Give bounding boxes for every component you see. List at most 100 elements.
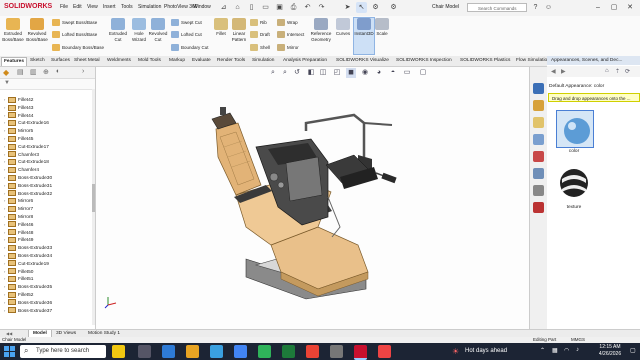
tree-item[interactable]: › Cut-Extrude18 — [0, 158, 92, 166]
curves-button[interactable]: Curves — [334, 18, 352, 37]
solidworks-logo[interactable]: SOLIDWORKS — [4, 3, 52, 10]
hide-show-items-icon[interactable]: ◉ — [360, 68, 370, 78]
minimize-button[interactable]: – — [590, 2, 606, 13]
menu-file[interactable]: File — [60, 4, 68, 10]
swept-boss-button[interactable]: Swept Boss/Base — [52, 18, 97, 27]
search-commands-input[interactable]: Search Commands — [467, 3, 527, 12]
tree-item[interactable]: › Boss-Extrude32 — [0, 190, 92, 198]
weather-icon[interactable]: ☀ — [452, 347, 459, 356]
tree-item[interactable]: › Cut-Extrude16 — [0, 119, 92, 127]
forward-icon[interactable]: ▶ — [561, 68, 566, 75]
dental-chair-model[interactable] — [96, 67, 529, 329]
menu-edit[interactable]: Edit — [73, 4, 82, 10]
lofted-cut-button[interactable]: Lofted Cut — [171, 30, 202, 39]
undo-icon[interactable]: ↶ — [302, 2, 313, 13]
taskbar-search-input[interactable]: Type here to search — [20, 345, 106, 358]
shell-button[interactable]: Shell — [250, 43, 270, 52]
tree-item[interactable]: › Mirror7 — [0, 205, 92, 213]
tree-item[interactable]: › Fillet42 — [0, 96, 92, 104]
tree-item[interactable]: › Boss-Extrude31 — [0, 182, 92, 190]
tree-item[interactable]: › Boss-Extrude30 — [0, 174, 92, 182]
tab-mold-tools[interactable]: Mold Tools — [136, 57, 163, 65]
app-icon[interactable] — [330, 345, 343, 358]
widgets-icon[interactable] — [112, 345, 125, 358]
revolved-cut-button[interactable]: Revolved Cut — [148, 18, 168, 42]
menu-window[interactable]: Window — [193, 4, 211, 10]
filter-icon[interactable]: ▼ — [4, 80, 10, 86]
design-library-icon[interactable] — [533, 100, 544, 111]
chrome-profile-icon[interactable] — [306, 345, 319, 358]
rebuild-icon[interactable]: ⚙ — [370, 2, 381, 13]
monitor-icon[interactable]: ▢ — [418, 68, 428, 78]
fillet-button[interactable]: Fillet — [213, 18, 229, 37]
boundary-cut-button[interactable]: Boundary Cut — [171, 43, 209, 52]
3dexperience-icon[interactable] — [533, 202, 544, 213]
lofted-boss-button[interactable]: Lofted Boss/Base — [52, 30, 97, 39]
appearance-swatch-color[interactable] — [556, 110, 594, 148]
section-view-icon[interactable]: ◧ — [306, 68, 316, 78]
extruded-cut-button[interactable]: Extruded Cut — [107, 18, 129, 42]
graphics-area[interactable] — [96, 67, 529, 329]
tree-item[interactable]: › Boss-Extrude36 — [0, 299, 92, 307]
boundary-boss-button[interactable]: Boundary Boss/Base — [52, 43, 104, 52]
media-icon[interactable] — [378, 345, 391, 358]
pin-icon[interactable]: ⊿ — [218, 2, 229, 13]
tree-item[interactable]: › Mirror6 — [0, 197, 92, 205]
home-pane-icon[interactable]: ⌂ — [605, 68, 609, 74]
tree-item[interactable]: › Fillet43 — [0, 104, 92, 112]
help-icon[interactable]: ? — [530, 2, 541, 13]
property-manager-icon[interactable]: ▤ — [17, 68, 24, 76]
tree-item[interactable]: › Mirror8 — [0, 213, 92, 221]
zoom-to-fit-icon[interactable]: ⌕ — [268, 68, 278, 78]
solidworks-resources-icon[interactable] — [533, 83, 544, 94]
tab-solidworks-inspection[interactable]: SOLIDWORKS Inspection — [394, 57, 454, 65]
volume-icon[interactable]: ♪ — [576, 347, 579, 353]
intersect-button[interactable]: Intersect — [277, 30, 304, 39]
select-arrow-icon[interactable]: ↖ — [356, 2, 367, 13]
chrome-icon[interactable] — [234, 345, 247, 358]
tree-item[interactable]: › Fillet49 — [0, 236, 92, 244]
expand-panel-icon[interactable]: › — [82, 68, 84, 75]
tree-item[interactable]: › Fillet51 — [0, 275, 92, 283]
taskbar-clock[interactable]: 12:15 AM 4/26/2026 — [590, 344, 630, 358]
tab-render-tools[interactable]: Render Tools — [215, 57, 247, 65]
draft-button[interactable]: Draft — [250, 30, 270, 39]
task-view-icon[interactable] — [138, 345, 151, 358]
options-gear-icon[interactable]: ⚙ — [388, 2, 399, 13]
apply-scene-icon[interactable]: ◓ — [388, 68, 398, 78]
view-settings-icon[interactable]: ▭ — [402, 68, 412, 78]
tab-simulation[interactable]: Simulation — [250, 57, 276, 65]
view-palette-icon[interactable] — [533, 134, 544, 145]
rib-button[interactable]: Rib — [250, 18, 267, 27]
store-icon[interactable] — [210, 345, 223, 358]
zoom-to-area-icon[interactable]: ⌕ — [280, 68, 290, 78]
close-button[interactable]: ✕ — [622, 2, 638, 13]
tree-item[interactable]: › Fillet44 — [0, 112, 92, 120]
menu-tools[interactable]: Tools — [121, 4, 133, 10]
tab-sketch[interactable]: Sketch — [28, 57, 47, 65]
weather-text[interactable]: Hot days ahead — [465, 345, 507, 358]
tree-item[interactable]: › Chamfer4 — [0, 166, 92, 174]
tree-scrollbar-thumb[interactable] — [92, 184, 95, 212]
new-document-icon[interactable]: ▯ — [246, 2, 257, 13]
back-icon[interactable]: ◀ — [551, 68, 556, 75]
tree-item[interactable]: › Cut-Extrude19 — [0, 260, 92, 268]
edit-appearance-icon[interactable]: ◕ — [374, 68, 384, 78]
dimxpert-icon[interactable]: ⊕ — [43, 68, 49, 76]
extruded-boss-button[interactable]: Extruded Boss/Base — [2, 18, 24, 42]
tree-item[interactable]: › Boss-Extrude34 — [0, 252, 92, 260]
tree-item[interactable]: › Fillet46 — [0, 221, 92, 229]
default-appearance-node[interactable]: Default Appearance: color — [549, 84, 604, 89]
up-folder-icon[interactable]: ⇡ — [615, 68, 620, 75]
linear-pattern-button[interactable]: Linear Pattern — [230, 18, 248, 42]
tab-evaluate[interactable]: Evaluate — [190, 57, 213, 65]
appearances-scenes-icon[interactable] — [533, 151, 544, 162]
file-explorer-icon[interactable] — [533, 117, 544, 128]
menu-view[interactable]: View — [87, 4, 98, 10]
maximize-button[interactable]: ▢ — [606, 2, 622, 13]
forum-icon[interactable] — [533, 185, 544, 196]
menu-insert[interactable]: Insert — [103, 4, 116, 10]
previous-view-icon[interactable]: ↺ — [292, 68, 302, 78]
open-icon[interactable]: ▭ — [260, 2, 271, 13]
print-icon[interactable]: ⎙ — [288, 2, 299, 13]
